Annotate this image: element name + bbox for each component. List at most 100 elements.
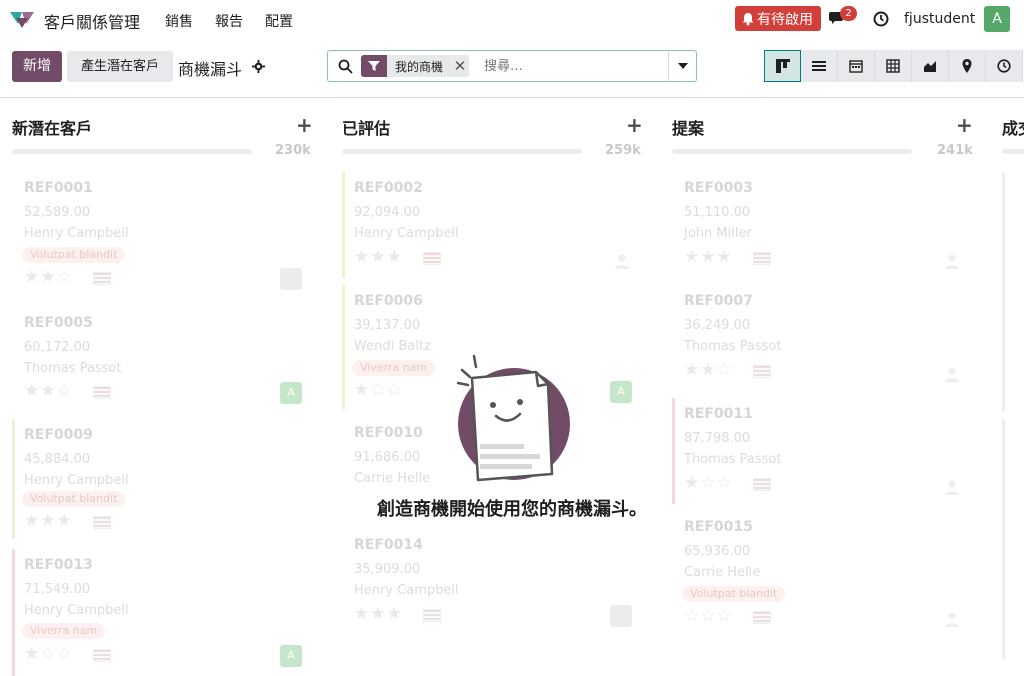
new-button[interactable]: 新增	[12, 51, 62, 82]
card-avatar[interactable]	[280, 268, 302, 290]
search-options-toggle[interactable]	[668, 51, 696, 81]
card-ref: REF0003	[684, 180, 753, 196]
kanban-card[interactable]: REF0013 71,549.00 Henry Campbell Viverra…	[12, 549, 310, 676]
card-ref: REF0001	[24, 180, 93, 196]
priority-stars[interactable]: ☆☆☆	[684, 606, 733, 626]
username[interactable]: fjustudent	[904, 11, 975, 27]
kanban-card[interactable]: REF0007 36,249.00 Thomas Passot ★★☆	[672, 285, 970, 391]
card-amount: 39,137.00	[354, 318, 421, 333]
menu-item-reports[interactable]: 報告	[215, 11, 243, 31]
kanban-view-button[interactable]	[764, 50, 801, 82]
card-avatar[interactable]: A	[610, 381, 632, 403]
card-amount: 71,549.00	[24, 582, 91, 597]
kanban-card[interactable]: REF0002 92,094.00 Henry Campbell ★★★	[342, 172, 640, 278]
gear-icon[interactable]	[252, 60, 265, 73]
kanban-card[interactable]: REF0009 45,884.00 Henry Campbell Volutpa…	[12, 419, 310, 539]
card-amount: 91,686.00	[354, 450, 421, 465]
map-view-button[interactable]	[949, 50, 986, 82]
card-ref: REF0015	[684, 519, 753, 535]
search-icon[interactable]	[338, 59, 353, 74]
facet-label: 我的商機	[395, 59, 444, 74]
card-customer: John Miller	[684, 226, 752, 241]
kanban-card[interactable]: REF0014 35,909.00 Henry Campbell ★★★	[342, 529, 640, 639]
app-name[interactable]: 客戶關係管理	[44, 9, 140, 33]
pivot-view-button[interactable]	[875, 50, 912, 82]
flag-icon	[423, 252, 441, 265]
column-add-icon[interactable]: +	[956, 113, 973, 137]
kanban-card[interactable]: REF0001 52,589.00 Henry Campbell Volutpa…	[12, 172, 310, 298]
facet-close-icon[interactable]: ✕	[451, 55, 469, 77]
priority-stars[interactable]: ★★☆	[24, 267, 73, 287]
kanban-card[interactable]	[1002, 419, 1024, 659]
empty-document-illustration	[456, 354, 570, 482]
top-navbar: 客戶關係管理 銷售 報告 配置 有待啟用 2 fjustudent A	[0, 0, 1024, 38]
empty-state-message: 創造商機開始使用您的商機漏斗。	[377, 499, 647, 520]
card-avatar[interactable]	[610, 605, 632, 627]
column-title: 提案	[672, 119, 705, 138]
search-facet: 我的商機 ✕	[361, 55, 470, 77]
priority-stars[interactable]: ★★★	[354, 604, 403, 624]
unassigned-user-icon[interactable]	[943, 478, 961, 496]
card-ref: REF0010	[354, 425, 423, 441]
priority-stars[interactable]: ★★★	[684, 247, 733, 267]
calendar-view-button[interactable]	[838, 50, 875, 82]
card-customer: Thomas Passot	[684, 339, 782, 354]
priority-stars[interactable]: ★☆☆	[354, 380, 403, 400]
activity-clock-icon[interactable]	[873, 11, 889, 27]
kanban-column-proposition: 提案 + 241k REF0003 51,110.00 John Miller …	[660, 99, 975, 676]
card-amount: 45,884.00	[24, 452, 91, 467]
list-icon	[812, 61, 826, 71]
column-add-icon[interactable]: +	[296, 113, 313, 137]
column-total: 241k	[937, 143, 973, 158]
priority-stars[interactable]: ★★★	[24, 511, 73, 531]
priority-stars[interactable]: ★☆☆	[24, 644, 73, 664]
list-view-button[interactable]	[801, 50, 838, 82]
kanban-card[interactable]: REF0005 60,172.00 Thomas Passot ★★☆ A	[12, 307, 310, 419]
map-pin-icon	[962, 59, 972, 73]
priority-stars[interactable]: ★★★	[354, 247, 403, 267]
unassigned-user-icon[interactable]	[943, 365, 961, 383]
card-customer: Wendi Baltz	[354, 339, 431, 354]
column-title: 新潛在客戶	[12, 119, 93, 138]
kanban-card[interactable]: REF0003 51,110.00 John Miller ★★★	[672, 172, 970, 278]
column-title: 成交	[1002, 119, 1024, 138]
priority-stars[interactable]: ★★☆	[24, 381, 73, 401]
crm-logo-icon[interactable]	[9, 9, 35, 29]
card-tag: Volutpat blandit	[22, 491, 126, 507]
card-ref: REF0011	[684, 406, 753, 422]
card-ref: REF0009	[24, 427, 93, 443]
activity-view-button[interactable]	[986, 50, 1023, 82]
column-progress-bar	[12, 149, 252, 154]
pending-activation-button[interactable]: 有待啟用	[735, 6, 821, 31]
unassigned-user-icon[interactable]	[613, 252, 631, 270]
card-ref: REF0006	[354, 293, 423, 309]
column-progress-bar	[672, 149, 912, 154]
graph-view-button[interactable]	[912, 50, 949, 82]
unassigned-user-icon[interactable]	[943, 252, 961, 270]
priority-stars[interactable]: ★☆☆	[684, 473, 733, 493]
pending-activation-label: 有待啟用	[757, 11, 813, 28]
breadcrumb: 商機漏斗	[178, 60, 243, 79]
kanban-card[interactable]: REF0011 87,798.00 Thomas Passot ★☆☆	[672, 398, 970, 504]
kanban-card[interactable]: REF0015 65,936.00 Carrie Helle Volutpat …	[672, 511, 970, 637]
card-avatar[interactable]: A	[280, 645, 302, 667]
card-customer: Henry Campbell	[24, 473, 129, 488]
user-avatar[interactable]: A	[984, 6, 1010, 32]
area-chart-icon	[924, 61, 936, 72]
menu-item-sales[interactable]: 銷售	[165, 11, 193, 31]
card-ref: REF0005	[24, 315, 93, 331]
generate-leads-button[interactable]: 產生潛在客戶	[67, 51, 173, 82]
flag-icon	[753, 478, 771, 491]
card-avatar[interactable]: A	[280, 382, 302, 404]
unassigned-user-icon[interactable]	[943, 610, 961, 628]
menu-item-config[interactable]: 配置	[265, 11, 293, 31]
flag-icon	[93, 649, 111, 662]
card-amount: 92,094.00	[354, 205, 421, 220]
flag-icon	[753, 611, 771, 624]
priority-stars[interactable]: ★★☆	[684, 360, 733, 380]
kanban-card[interactable]	[1002, 172, 1024, 412]
search-input[interactable]	[484, 56, 664, 76]
column-add-icon[interactable]: +	[626, 113, 643, 137]
column-total: 230k	[275, 143, 311, 158]
card-amount: 36,249.00	[684, 318, 751, 333]
